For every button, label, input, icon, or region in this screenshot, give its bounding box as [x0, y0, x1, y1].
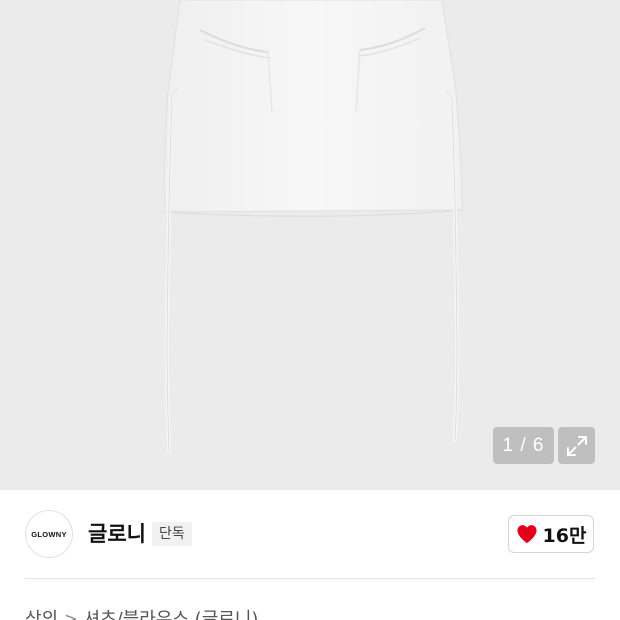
brand-logo[interactable]: GLOWNY	[25, 510, 73, 558]
breadcrumb-item-subcategory[interactable]: 셔츠/블라우스 (글로니)	[84, 605, 259, 620]
exclusive-badge: 단독	[152, 522, 192, 546]
product-detail-page: 1 / 6 GLOWNY 글로니 단독 16만 상의 > 셔츠/블라우스 (글로…	[0, 0, 620, 620]
product-photo	[163, 0, 463, 454]
brand-name[interactable]: 글로니	[88, 520, 146, 548]
heart-icon	[516, 525, 537, 544]
breadcrumb-separator: >	[64, 608, 78, 620]
divider	[25, 578, 595, 579]
brand-row: GLOWNY 글로니 단독 16만	[0, 490, 620, 578]
like-count: 16만	[542, 524, 587, 547]
breadcrumb: 상의 > 셔츠/블라우스 (글로니)	[25, 605, 258, 620]
expand-button[interactable]	[558, 427, 595, 464]
expand-arrows-icon	[566, 435, 587, 456]
like-button[interactable]: 16만	[508, 515, 594, 553]
image-counter: 1 / 6	[493, 427, 554, 464]
product-image-gallery[interactable]: 1 / 6	[0, 0, 620, 490]
brand-logo-text: GLOWNY	[31, 529, 67, 539]
breadcrumb-item-category[interactable]: 상의	[25, 605, 58, 620]
